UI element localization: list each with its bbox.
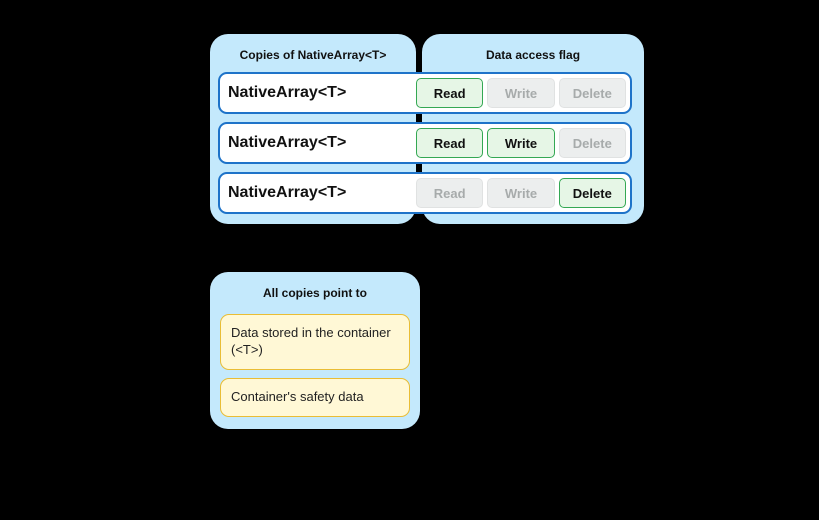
points-to-heading: All copies point to [220, 282, 410, 306]
native-array-label: NativeArray<T> [220, 74, 414, 112]
flag-read: Read [416, 78, 483, 108]
flag-write: Write [487, 78, 554, 108]
flag-read: Read [416, 128, 483, 158]
native-array-label: NativeArray<T> [220, 174, 414, 212]
points-to-item: Container's safety data [220, 378, 410, 417]
points-to-panel: All copies point to Data stored in the c… [210, 272, 420, 429]
native-array-row: NativeArray<T> Read Write Delete [218, 172, 632, 214]
flag-write: Write [487, 178, 554, 208]
native-array-label: NativeArray<T> [220, 124, 414, 162]
flag-write: Write [487, 128, 554, 158]
flags-cell: Read Write Delete [414, 174, 630, 212]
points-to-item: Data stored in the container (<T>) [220, 314, 410, 370]
flag-delete: Delete [559, 128, 626, 158]
copies-panel-heading: Copies of NativeArray<T> [218, 44, 408, 72]
flag-read: Read [416, 178, 483, 208]
flags-panel-heading: Data access flag [430, 44, 636, 72]
flag-delete: Delete [559, 78, 626, 108]
flags-cell: Read Write Delete [414, 74, 630, 112]
flag-delete: Delete [559, 178, 626, 208]
flags-cell: Read Write Delete [414, 124, 630, 162]
native-array-row: NativeArray<T> Read Write Delete [218, 72, 632, 114]
native-array-row: NativeArray<T> Read Write Delete [218, 122, 632, 164]
